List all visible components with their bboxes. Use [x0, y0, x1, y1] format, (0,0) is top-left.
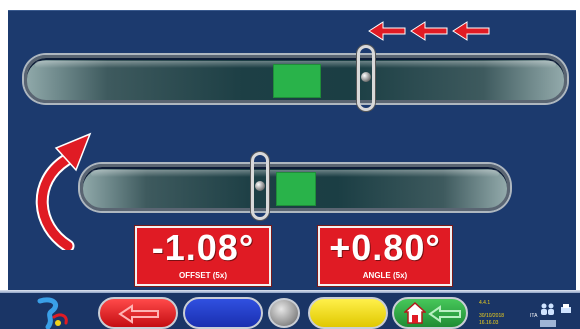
- flag-icon: [540, 320, 556, 327]
- left-arrow-icon: [428, 305, 461, 323]
- top-marker-knob: [361, 72, 371, 82]
- angle-readout: +0.80° ANGLE (5x): [318, 226, 452, 286]
- direction-arrows: [367, 20, 497, 42]
- home-icon: [404, 302, 426, 324]
- bottom-marker-knob: [255, 181, 265, 191]
- brand-logo: [34, 297, 72, 329]
- language-label: ITA: [530, 313, 538, 319]
- angle-value: +0.80°: [329, 227, 441, 268]
- status-time: 16.16.03: [479, 320, 499, 326]
- bottom-target-zone: [276, 172, 316, 206]
- printer-icon: [560, 302, 572, 314]
- left-arrow-icon: [118, 304, 159, 324]
- offset-label: OFFSET (5x): [178, 271, 227, 280]
- bottom-position-marker: [251, 152, 269, 220]
- yellow-function-button[interactable]: [308, 297, 388, 329]
- offset-value: -1.08°: [151, 227, 255, 268]
- status-date: 30/10/2018: [479, 313, 505, 319]
- angle-label: ANGLE (5x): [362, 271, 408, 280]
- offset-readout: -1.08° OFFSET (5x): [135, 226, 271, 286]
- left-arrow-icon: [410, 21, 448, 41]
- left-arrow-icon: [368, 21, 406, 41]
- center-gray-button[interactable]: [268, 298, 300, 328]
- home-back-button[interactable]: [392, 297, 468, 329]
- bottom-gauge-bar: [80, 164, 510, 211]
- back-button[interactable]: [98, 297, 178, 329]
- top-target-zone: [273, 64, 321, 98]
- left-arrow-icon: [452, 21, 490, 41]
- blue-function-button[interactable]: [183, 297, 263, 329]
- top-position-marker: [357, 45, 375, 111]
- software-version: 4.4.1: [479, 300, 491, 306]
- top-gauge-bar: [24, 55, 567, 103]
- users-icon: [540, 302, 556, 315]
